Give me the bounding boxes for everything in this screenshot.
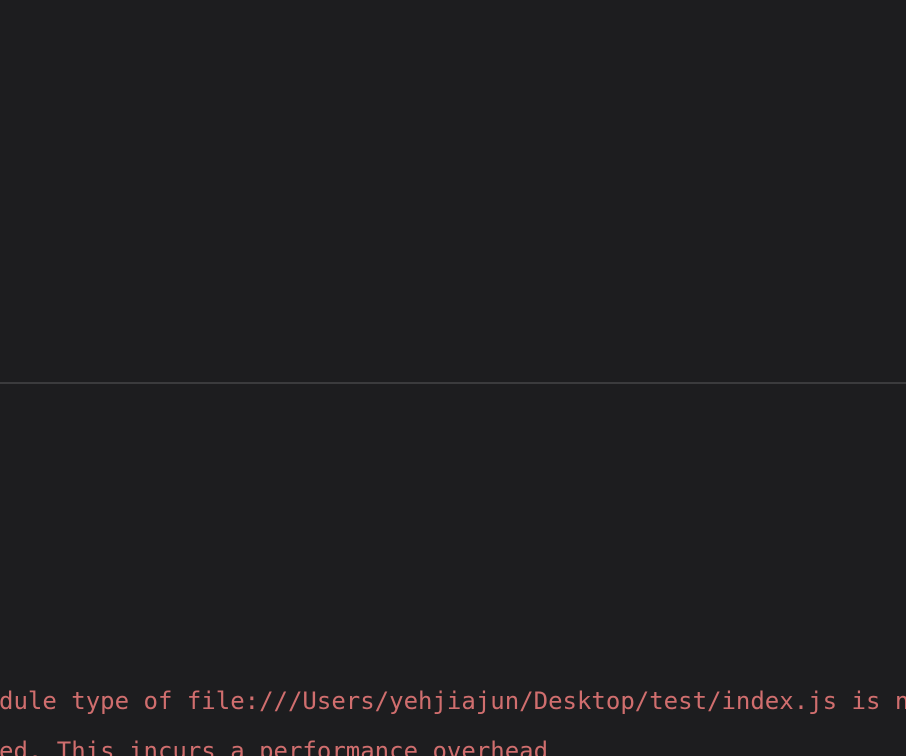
terminal-warning-line: dule type of file:///Users/yehjiajun/Des… (0, 689, 906, 713)
upper-pane (0, 0, 906, 382)
terminal-window: dule type of file:///Users/yehjiajun/Des… (0, 0, 906, 756)
terminal-warning-line: ed. This incurs a performance overhead (0, 739, 548, 756)
terminal-output-pane[interactable]: dule type of file:///Users/yehjiajun/Des… (0, 384, 906, 756)
